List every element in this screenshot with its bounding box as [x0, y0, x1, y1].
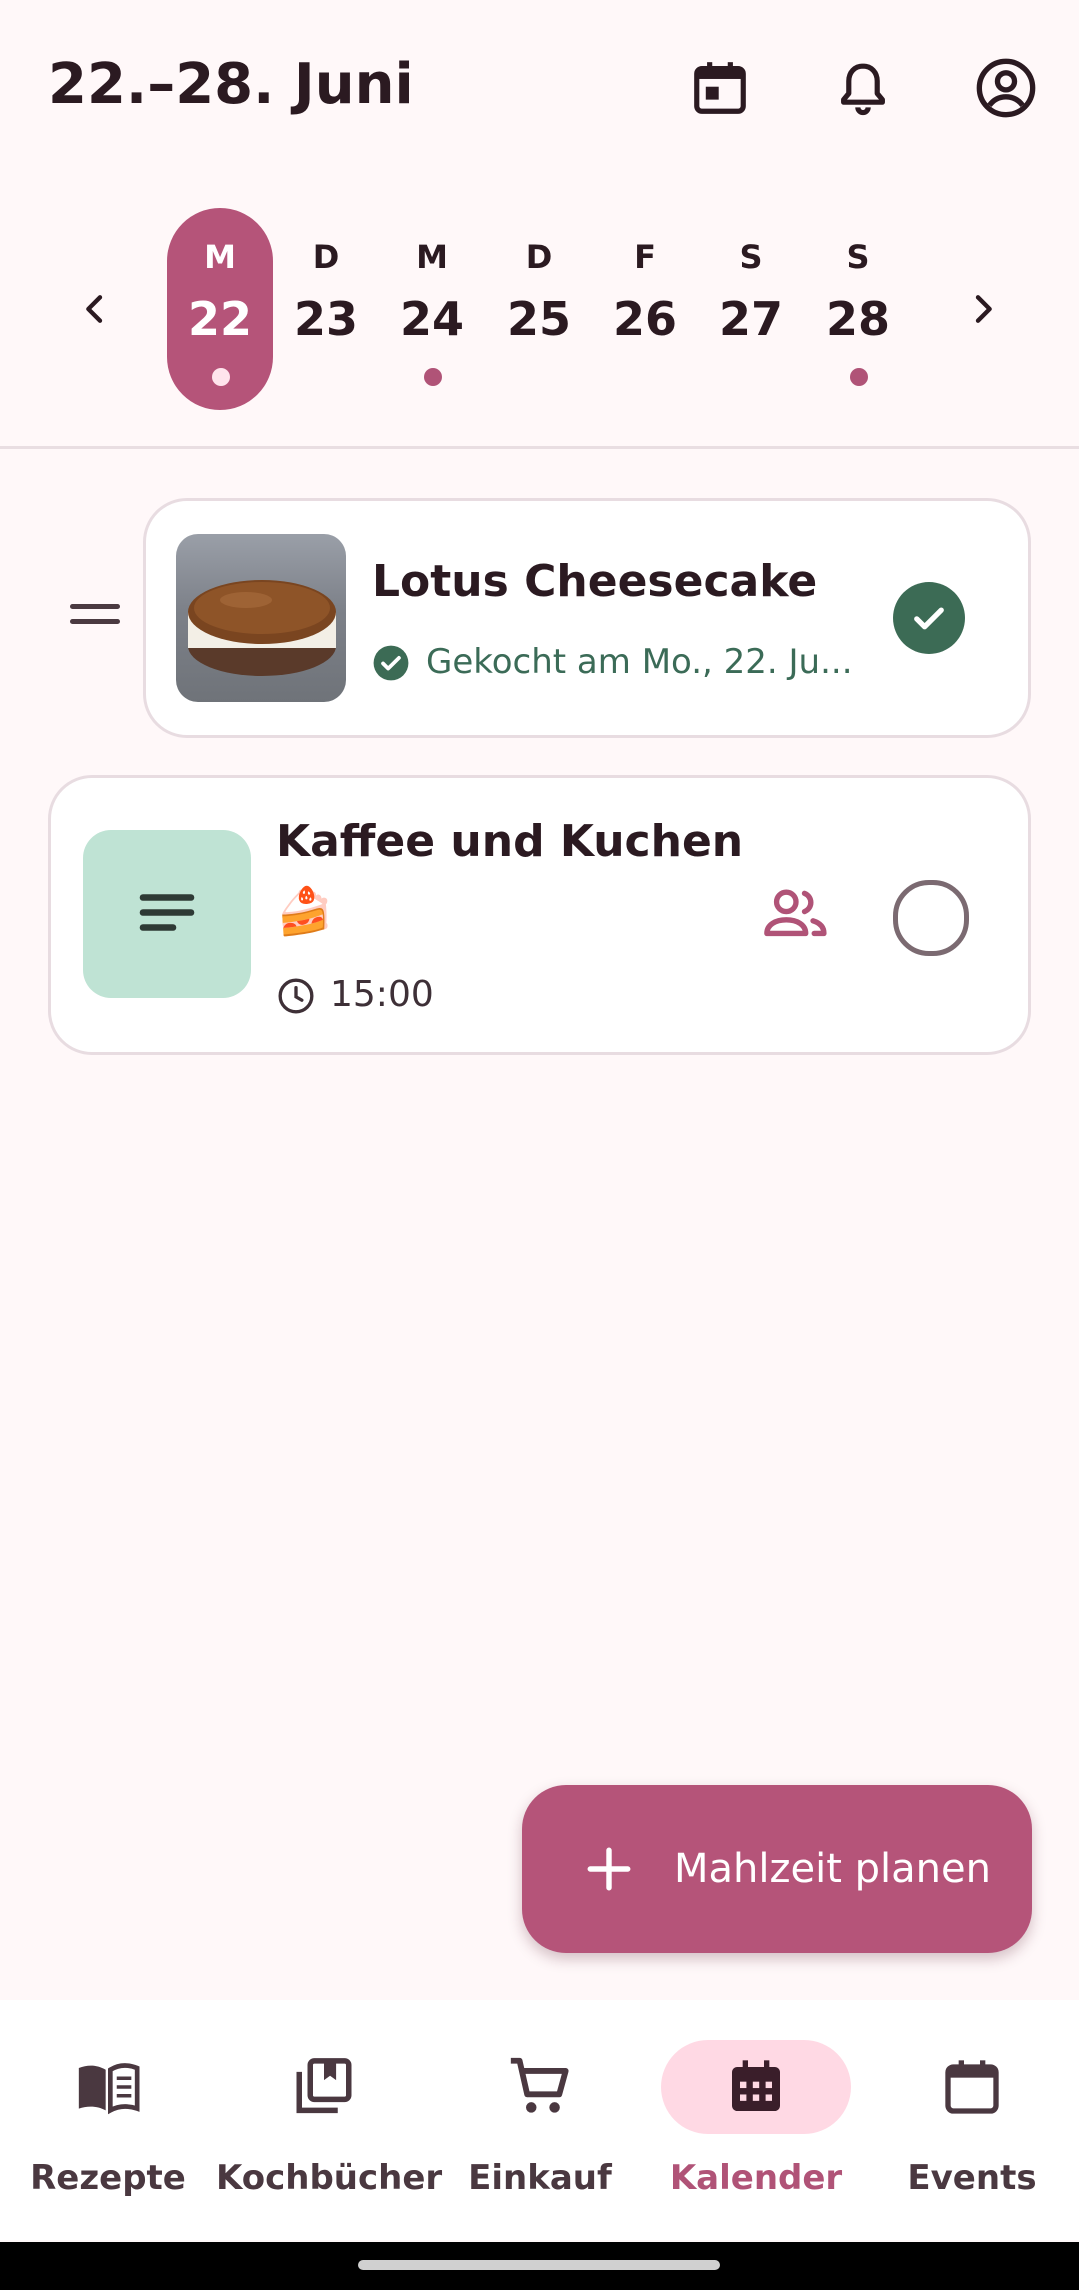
notifications-button[interactable]	[823, 48, 903, 128]
nav-item-kalender[interactable]: Kalender	[648, 2000, 864, 2240]
nav-item-events[interactable]: Events	[864, 2000, 1079, 2240]
nav-item-einkauf[interactable]: Einkauf	[432, 2000, 648, 2240]
day-letter: S	[739, 238, 763, 276]
day-28[interactable]: S 28	[805, 208, 911, 410]
day-number: 24	[399, 292, 464, 346]
day-letter: M	[416, 238, 448, 276]
meal-indicator-dot	[212, 368, 230, 386]
cooked-status: Gekocht am Mo., 22. Ju...	[426, 642, 853, 682]
day-letter: F	[634, 238, 656, 276]
calendar-month-icon	[732, 2060, 780, 2111]
nav-item-rezepte[interactable]: Rezepte	[0, 2000, 216, 2240]
event-icon	[945, 2060, 999, 2114]
nav-item-kochbuecher[interactable]: Kochbücher	[216, 2000, 443, 2240]
day-number: 25	[506, 292, 571, 346]
day-22[interactable]: M 22	[167, 208, 273, 410]
day-letter: D	[312, 238, 340, 276]
next-week-button[interactable]	[948, 274, 1018, 344]
day-number: 28	[825, 292, 890, 346]
clock-icon	[278, 978, 314, 1014]
meal-indicator-dot	[424, 368, 442, 386]
day-25[interactable]: D 25	[486, 208, 592, 410]
home-gesture-handle[interactable]	[358, 2260, 720, 2270]
calendar-today-button[interactable]	[680, 48, 760, 128]
meal-title: Lotus Cheesecake	[372, 556, 818, 607]
day-letter: D	[525, 238, 553, 276]
checkmark-icon	[914, 607, 944, 630]
mark-cooked-toggle[interactable]	[893, 582, 965, 654]
recipe-thumbnail	[176, 534, 346, 702]
meal-indicator-dot	[850, 368, 868, 386]
plan-meal-button[interactable]: Mahlzeit planen	[522, 1785, 1032, 1953]
nav-label: Kalender	[669, 2158, 843, 2198]
nav-label: Events	[907, 2158, 1037, 2198]
day-letter: S	[846, 238, 870, 276]
mark-cooked-toggle[interactable]	[893, 880, 969, 956]
nav-label: Rezepte	[30, 2158, 186, 2198]
account-circle-icon	[976, 58, 1036, 118]
note-thumbnail	[83, 830, 251, 998]
day-number: 22	[187, 292, 252, 346]
day-23[interactable]: D 23	[273, 208, 379, 410]
day-24[interactable]: M 24	[379, 208, 485, 410]
day-letter: M	[204, 238, 236, 276]
previous-week-button[interactable]	[60, 274, 130, 344]
account-button[interactable]	[966, 48, 1046, 128]
day-number: 26	[612, 292, 677, 346]
chevron-right-icon	[975, 295, 992, 323]
day-26[interactable]: F 26	[592, 208, 698, 410]
check-circle-icon	[373, 645, 409, 681]
chevron-left-icon	[86, 295, 103, 323]
page-title: 22.–28. Juni	[48, 52, 414, 117]
bell-icon	[841, 63, 885, 116]
shopping-cart-icon	[510, 2057, 569, 2113]
plus-icon	[587, 1847, 631, 1891]
nav-label: Kochbücher	[216, 2158, 443, 2198]
people-icon[interactable]	[762, 884, 830, 944]
meal-title: Kaffee und Kuchen	[276, 816, 744, 867]
day-number: 23	[293, 292, 358, 346]
day-number: 27	[718, 292, 783, 346]
calendar-icon	[694, 62, 746, 114]
drag-handle-icon[interactable]	[70, 604, 120, 630]
meal-emoji: 🍰	[276, 884, 334, 938]
notes-icon	[139, 894, 195, 931]
book-open-icon	[78, 2063, 140, 2115]
meal-time: 15:00	[330, 974, 434, 1015]
divider	[0, 446, 1079, 449]
bottom-navigation: Rezepte Kochbücher Einkauf Kalender Even…	[0, 2000, 1079, 2240]
day-27[interactable]: S 27	[698, 208, 804, 410]
library-books-icon	[296, 2058, 352, 2114]
nav-label: Einkauf	[468, 2158, 612, 2198]
fab-label: Mahlzeit planen	[674, 1846, 991, 1892]
